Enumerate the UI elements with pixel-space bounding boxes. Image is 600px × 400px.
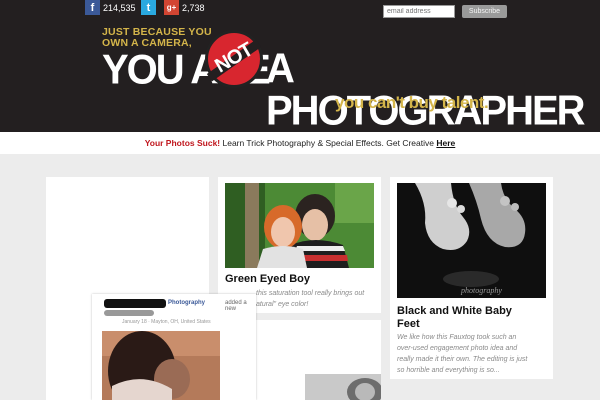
post-photo[interactable]	[225, 183, 374, 268]
site-header: f 214,535 t g+ 2,738 Subscribe JUST BECA…	[0, 0, 600, 132]
google-plus-share[interactable]: g+ 2,738	[164, 0, 205, 15]
subscribe-button[interactable]: Subscribe	[462, 5, 507, 18]
photo-watermark: photography	[461, 286, 502, 295]
post-card-bottom[interactable]	[256, 320, 381, 400]
promo-link[interactable]: Here	[436, 138, 455, 148]
fb-post-date: January 18 · Mayton, OH, United States	[122, 319, 211, 325]
logo-line1: JUST BECAUSE YOU OWN A CAMERA,	[102, 26, 212, 49]
google-plus-count: 2,738	[182, 2, 205, 13]
promo-text: Learn Trick Photography & Special Effect…	[220, 138, 437, 148]
post-excerpt: this saturation tool really brings out a…	[256, 290, 365, 308]
twitter-share[interactable]: t	[141, 0, 156, 15]
post-title[interactable]: Green Eyed Boy	[225, 273, 310, 286]
promo-bar: Your Photos Suck! Learn Trick Photograph…	[0, 132, 600, 154]
facebook-post-screenshot[interactable]: Photography added a new January 18 · May…	[92, 294, 256, 400]
fb-post-author: Photography	[168, 300, 205, 306]
post-photo[interactable]: photography	[397, 183, 546, 298]
post-title[interactable]: Black and White Baby Feet	[397, 305, 512, 331]
logo-main-right: A PHOTOGRAPHER	[266, 45, 586, 135]
fb-post-action: added a new	[225, 300, 247, 312]
not-badge: NOT	[205, 30, 263, 88]
redacted-name	[104, 299, 166, 308]
fb-post-photo[interactable]	[102, 331, 220, 400]
post-card-baby-feet[interactable]: photography Black and White Baby Feet We…	[390, 177, 553, 379]
not-badge-text: NOT	[211, 38, 257, 78]
logo-tagline: you can't buy talent.	[335, 93, 489, 112]
twitter-icon[interactable]: t	[141, 0, 156, 15]
redacted-avatar	[104, 310, 154, 316]
facebook-count: 214,535	[103, 2, 136, 13]
facebook-icon[interactable]: f	[85, 0, 100, 15]
promo-headline: Your Photos Suck!	[144, 138, 221, 148]
google-plus-icon[interactable]: g+	[164, 0, 179, 15]
post-card-green-eyed-boy[interactable]: Green Eyed Boy this saturation tool real…	[218, 177, 381, 313]
facebook-share[interactable]: f 214,535	[85, 0, 136, 15]
post-photo[interactable]	[305, 374, 381, 400]
email-input[interactable]	[383, 5, 455, 18]
post-excerpt: We like how this Fauxtog took such an ov…	[397, 334, 528, 374]
